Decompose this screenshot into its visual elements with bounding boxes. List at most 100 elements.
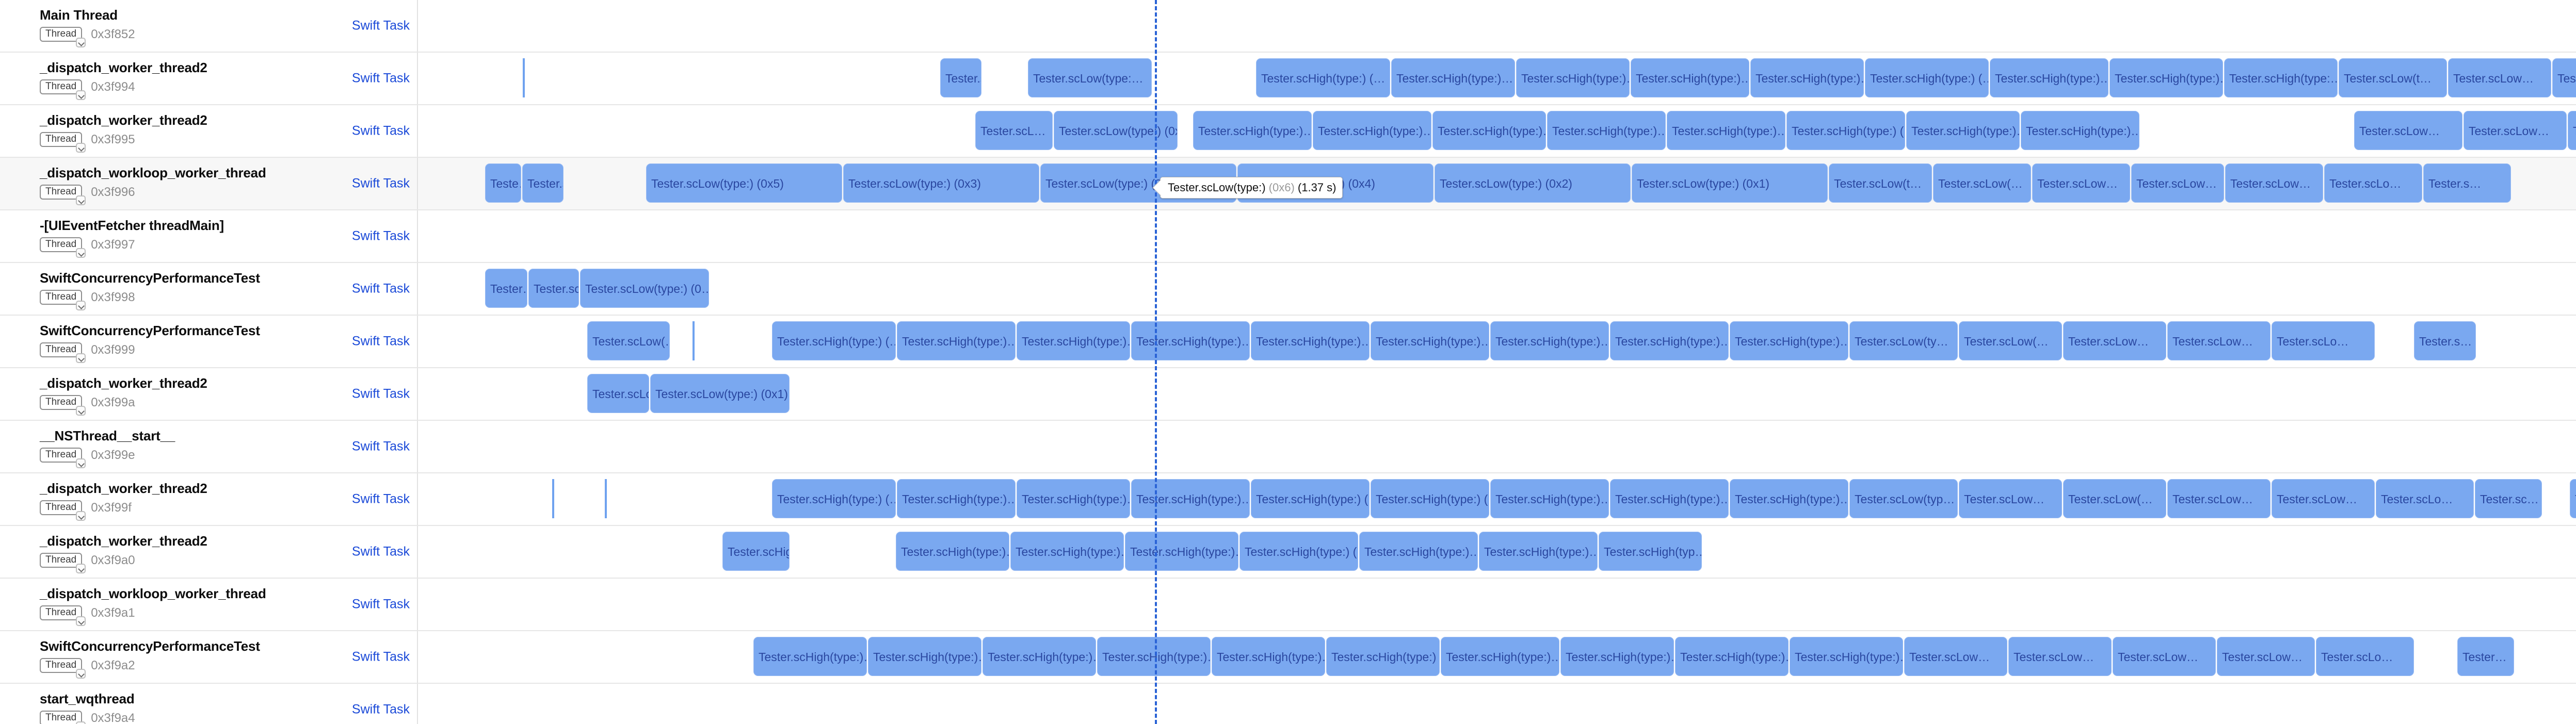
task-interval-bar[interactable]: Tester.scLo… (2324, 163, 2422, 203)
thread-type-chip[interactable]: Thread (40, 711, 86, 724)
chevron-down-icon[interactable] (76, 353, 86, 363)
task-interval-bar[interactable]: Tester.scL… (975, 111, 1053, 150)
thread-track[interactable]: Teste…Tester.s…Tester.scLow(type:) (0x5)… (419, 158, 2576, 209)
lane-label-swift-task[interactable]: Swift Task (352, 71, 410, 86)
thread-row[interactable]: _dispatch_worker_thread2 Thread 0x3f99a Swi… (0, 368, 2576, 421)
task-interval-bar[interactable]: Tester.scLow… (2113, 637, 2216, 676)
task-interval-bar[interactable]: Tester… (2570, 479, 2576, 518)
task-interval-bar[interactable]: Tester.scLow… (2272, 479, 2375, 518)
lane-label-swift-task[interactable]: Swift Task (352, 387, 410, 402)
thread-track[interactable]: Tester.scHigh(type:) (… Tester.scHigh(typ… (419, 473, 2576, 525)
task-interval-bar[interactable]: Tester.scHigh(type:)… (1391, 58, 1515, 97)
task-interval-bar[interactable]: Tester.scLo… (2376, 479, 2474, 518)
thread-type-chip[interactable]: Thread (40, 79, 86, 100)
task-interval-bar[interactable]: Tester.scLow(… (587, 374, 649, 413)
thread-track[interactable]: Tester…Tester.scL…Tester.scLow(type:) (0… (419, 263, 2576, 315)
chevron-down-icon[interactable] (76, 38, 86, 47)
task-interval-bar[interactable]: Tester.scHigh(type:… (2224, 58, 2338, 97)
task-interval-bar[interactable]: Tester.scHigh(type:)… (1675, 637, 1789, 676)
thread-row[interactable]: _dispatch_worker_thread2 Thread 0x3f994 Swi… (0, 53, 2576, 105)
task-interval-bar[interactable]: Tester.scHigh(type:)… (896, 532, 1009, 571)
task-interval-bar[interactable]: Tester.scHigh(type:)… (1131, 321, 1250, 360)
task-interval-bar[interactable]: Tester.scHigh(type:)… (1516, 58, 1630, 97)
task-interval-bar[interactable]: Tester.scHigh(type:) (… (1251, 479, 1370, 518)
task-interval-marker[interactable] (552, 479, 554, 518)
task-interval-bar[interactable]: Tester.scLow(ty… (1849, 321, 1958, 360)
task-interval-marker[interactable] (605, 479, 607, 518)
task-interval-bar[interactable]: Tester.scLow(type:) (0x5) (646, 163, 842, 203)
thread-type-chip[interactable]: Thread (40, 658, 86, 679)
task-interval-bar[interactable]: Tester.scHigh(type:)… (1610, 321, 1729, 360)
task-interval-bar[interactable]: Tester.scHigh(type:)… (1990, 58, 2108, 97)
task-interval-bar[interactable]: Tester.scHigh(type:)… (1730, 479, 1848, 518)
task-interval-bar[interactable]: Tester.scLow(… (2063, 479, 2166, 518)
lane-label-swift-task[interactable]: Swift Task (352, 334, 410, 349)
thread-row[interactable]: _dispatch_worker_thread2 Thread 0x3f99f Swi… (0, 473, 2576, 526)
thread-type-chip[interactable]: Thread (40, 290, 86, 310)
thread-type-chip[interactable]: Thread (40, 342, 86, 363)
task-interval-bar[interactable]: Tester.scL… (528, 269, 579, 308)
thread-row[interactable]: _dispatch_workloop_worker_thread Thread 0x… (0, 579, 2576, 631)
task-interval-marker[interactable] (693, 321, 695, 360)
task-interval-bar[interactable]: Tester.scHigh(type:)… (1547, 111, 1666, 150)
task-interval-bar[interactable]: Tester.scHigh(type:) (… (1786, 111, 1905, 150)
thread-type-chip[interactable]: Thread (40, 237, 86, 258)
task-interval-bar[interactable]: Tester.scLow… (2448, 58, 2551, 97)
task-interval-bar[interactable]: Tester.scHigh(type:)… (1251, 321, 1370, 360)
thread-type-chip[interactable]: Thread (40, 132, 86, 153)
chevron-down-icon[interactable] (76, 669, 86, 679)
task-interval-bar[interactable]: Tester.sc… (2475, 479, 2542, 518)
task-interval-bar[interactable]: Tester.scHigh(type:)… (1097, 637, 1211, 676)
task-interval-bar[interactable]: Tester.scLow(type:) (0x… (1054, 111, 1178, 150)
task-interval-bar[interactable]: Tester.scHigh(type:) (… (1239, 532, 1358, 571)
thread-track[interactable] (419, 421, 2576, 472)
task-interval-bar[interactable]: Tester.scHigh(type:)… (1371, 321, 1489, 360)
thread-type-chip[interactable]: Thread (40, 185, 86, 205)
task-interval-bar[interactable]: Tester.scLow… (2217, 637, 2315, 676)
thread-row[interactable]: start_wqthread Thread 0x3f9a4 Swift Task (0, 684, 2576, 724)
task-interval-bar[interactable]: Tester.scLow(t… (2339, 58, 2447, 97)
thread-row[interactable]: SwiftConcurrencyPerformanceTest Thread 0x3… (0, 263, 2576, 316)
task-interval-bar[interactable]: Tester.scLow… (2167, 321, 2271, 360)
thread-track[interactable]: Tester.scLow(…Tester.scLow(type:) (0x1) (419, 368, 2576, 420)
task-interval-bar[interactable]: Tester.scHigh(type:)… (1010, 532, 1124, 571)
task-interval-bar[interactable]: Tester.scLow… (2131, 163, 2224, 203)
chevron-down-icon[interactable] (76, 195, 86, 205)
task-interval-bar[interactable]: Tester.scLow… (2063, 321, 2166, 360)
thread-row[interactable]: _dispatch_worker_thread2 Thread 0x3f995 Swi… (0, 105, 2576, 158)
task-interval-bar[interactable]: Tester.scHigh(typ… (1599, 532, 1702, 571)
task-interval-bar[interactable]: Tester.scHigh(type:)… (1667, 111, 1785, 150)
task-interval-bar[interactable]: Tester.scHigh(type:)… (897, 321, 1016, 360)
task-interval-bar[interactable]: Tester.scHigh(type:)… (1432, 111, 1546, 150)
task-interval-bar[interactable]: Tester.scLow(t… (1829, 163, 1932, 203)
task-interval-bar[interactable]: Tester.scHigh(type:)… (1490, 321, 1609, 360)
thread-row[interactable]: Main Thread Thread 0x3f852 Swift Task (0, 0, 2576, 53)
task-interval-bar[interactable]: Tester.scHigh(type:)… (1313, 111, 1431, 150)
task-interval-bar[interactable]: Tester.scLow… (2568, 111, 2576, 150)
task-interval-bar[interactable]: Tester.scLow(type:… (1028, 58, 1152, 97)
chevron-down-icon[interactable] (76, 564, 86, 573)
task-interval-bar[interactable]: Tester.scHigh(type:)… (1610, 479, 1729, 518)
task-interval-bar[interactable]: Tester.scLow(type:) (0x1) (1632, 163, 1828, 203)
task-interval-bar[interactable]: Tester.scLow(typ… (1849, 479, 1958, 518)
task-interval-bar[interactable]: Tester.scLow… (2167, 479, 2271, 518)
task-interval-bar[interactable]: Tester.scHigh(type:)… (2021, 111, 2139, 150)
task-interval-bar[interactable]: Tester.scHigh(type:)… (1490, 479, 1609, 518)
task-interval-bar[interactable]: Tester.scHigh(type:)… (868, 637, 981, 676)
chevron-down-icon[interactable] (76, 248, 86, 258)
thread-track[interactable]: Tester.scL…Tester.scLow(type:) (0x… Teste… (419, 105, 2576, 157)
task-interval-bar[interactable]: Tester.scLow(… (1959, 321, 2062, 360)
task-interval-bar[interactable]: Tester.scHigh(type:)… (1730, 321, 1848, 360)
task-interval-bar[interactable]: Tester.scLow(type:) (0x2) (1435, 163, 1631, 203)
task-interval-bar[interactable]: Tester.scLow… (2032, 163, 2130, 203)
lane-label-swift-task[interactable]: Swift Task (352, 282, 410, 297)
task-interval-bar[interactable]: Tester.scHigh(type:) (… (1326, 637, 1440, 676)
thread-type-chip[interactable]: Thread (40, 448, 86, 468)
task-interval-bar[interactable]: Tester.scLo… (2272, 321, 2375, 360)
thread-track[interactable] (419, 210, 2576, 262)
chevron-down-icon[interactable] (76, 90, 86, 100)
thread-track[interactable]: Tester.scHigh(type:)… Tester.scHigh(type:… (419, 631, 2576, 683)
chevron-down-icon[interactable] (76, 616, 86, 626)
chevron-down-icon[interactable] (76, 406, 86, 416)
task-interval-bar[interactable]: Tester.s… (2423, 163, 2511, 203)
